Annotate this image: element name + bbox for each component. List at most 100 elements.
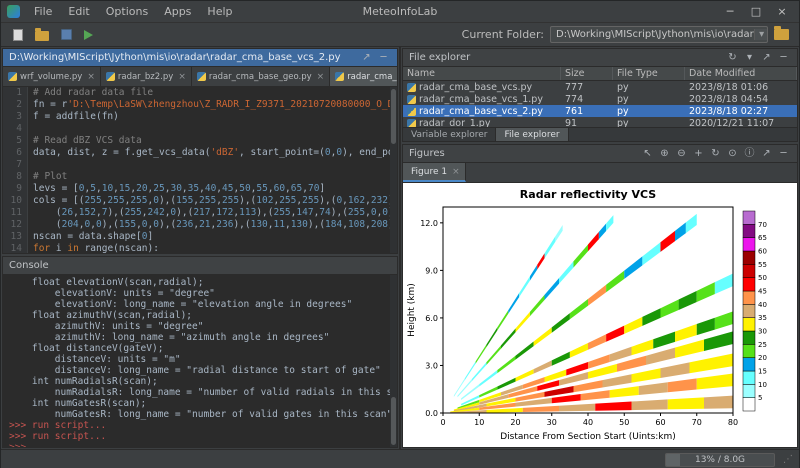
tab-variable-explorer[interactable]: Variable explorer xyxy=(403,128,496,141)
close-tab-icon[interactable]: × xyxy=(317,72,325,82)
menu-file[interactable]: File xyxy=(26,1,60,22)
file-name-cell: radar_cma_base_vcs_1.py xyxy=(403,94,561,105)
file-type: py xyxy=(613,106,685,117)
rotate-icon[interactable]: ↻ xyxy=(708,145,723,162)
close-icon[interactable]: × xyxy=(769,1,795,22)
code-line: 8# Plot xyxy=(3,171,397,183)
file-row[interactable]: radar_cma_base_vcs_1.py774py2023/8/18 04… xyxy=(403,93,797,105)
main-toolbar: Current Folder: D:\Working\MIScript\Jyth… xyxy=(1,23,799,47)
float-window-icon[interactable]: ↗ xyxy=(759,49,774,66)
file-date: 2020/12/21 11:07 xyxy=(685,118,797,128)
browse-folder-icon[interactable] xyxy=(774,29,789,40)
minimize-panel-icon[interactable]: ─ xyxy=(376,49,391,66)
svg-text:65: 65 xyxy=(758,234,767,242)
menu-apps[interactable]: Apps xyxy=(156,1,199,22)
tab-label: wrf_volume.py xyxy=(20,72,82,82)
console-area[interactable]: float elevationV(scan,radial); elevation… xyxy=(3,275,397,447)
menu-help[interactable]: Help xyxy=(199,1,240,22)
minimize-panel-icon[interactable]: ─ xyxy=(776,145,791,162)
float-window-icon[interactable]: ↗ xyxy=(759,145,774,162)
pan-icon[interactable]: + xyxy=(691,145,706,162)
console-line: numGatesR: long_name = "number of valid … xyxy=(9,409,397,420)
tab-file-explorer[interactable]: File explorer xyxy=(496,128,568,141)
file-table-header: NameSizeFile TypeDate Modified xyxy=(403,67,797,81)
code-text: nscan = data.shape[0] xyxy=(33,231,153,243)
console-line: >>> run script... xyxy=(9,431,397,442)
file-size: 761 xyxy=(561,106,613,117)
editor-tab[interactable]: radar_bz2.py× xyxy=(101,67,192,86)
open-file-icon[interactable] xyxy=(35,31,49,41)
editor-tab[interactable]: wrf_volume.py × xyxy=(3,67,101,86)
select-cursor-icon[interactable]: ↖ xyxy=(640,145,655,162)
column-header-file-type[interactable]: File Type xyxy=(613,67,685,80)
svg-text:25: 25 xyxy=(758,341,767,349)
code-editor[interactable]: 1# Add radar data file2fn = r'D:\Temp\La… xyxy=(3,87,397,253)
editor-tab[interactable]: radar_cma_base_geo.py× xyxy=(192,67,330,86)
globe-icon[interactable]: ⊙ xyxy=(725,145,740,162)
console-scrollbar[interactable] xyxy=(390,275,397,447)
code-text: data, dist, z = f.get_vcs_data('dBZ', st… xyxy=(33,147,397,159)
tab-figure-1[interactable]: Figure 1× xyxy=(403,163,466,182)
code-text: f = addfile(fn) xyxy=(33,111,119,123)
menu-options[interactable]: Options xyxy=(98,1,156,22)
close-tab-icon[interactable]: × xyxy=(178,72,186,82)
close-tab-icon[interactable]: × xyxy=(452,167,460,177)
svg-text:55: 55 xyxy=(758,261,767,269)
svg-text:0.0: 0.0 xyxy=(425,409,438,418)
file-date: 2023/8/18 04:54 xyxy=(685,94,797,105)
save-icon[interactable] xyxy=(61,29,72,40)
close-tab-icon[interactable]: × xyxy=(87,72,95,82)
figure-canvas[interactable]: Radar reflectivity VCS010203040506070800… xyxy=(403,183,797,448)
vcs-chart: Radar reflectivity VCS010203040506070800… xyxy=(403,183,798,448)
minimize-icon[interactable]: ─ xyxy=(717,1,743,22)
code-line: 12 (204,0,0),(155,0,0),(236,21,236),(130… xyxy=(3,219,397,231)
menu-edit[interactable]: Edit xyxy=(60,1,97,22)
column-header-name[interactable]: Name xyxy=(403,67,561,80)
file-row[interactable]: radar_cma_base_vcs_2.py761py2023/8/18 02… xyxy=(403,105,797,117)
maximize-icon[interactable]: □ xyxy=(743,1,769,22)
line-number: 14 xyxy=(3,243,27,253)
memory-indicator[interactable]: 13% / 8.0G xyxy=(665,453,775,467)
file-row[interactable]: radar_dor_1.py91py2020/12/21 11:07 xyxy=(403,117,797,127)
file-name: radar_cma_base_vcs.py xyxy=(419,82,532,93)
scrollbar-thumb[interactable] xyxy=(391,89,396,144)
line-number: 1 xyxy=(3,87,27,99)
info-icon[interactable]: ⓘ xyxy=(742,145,757,162)
svg-text:60: 60 xyxy=(655,418,665,427)
file-table-rows: radar_cma_base_vcs.py777py2023/8/18 01:0… xyxy=(403,81,797,127)
zoom-in-icon[interactable]: ⊕ xyxy=(657,145,672,162)
file-explorer-title-bar: File explorer ↻▾↗─ xyxy=(403,49,797,67)
code-line: 9levs = [0,5,10,15,20,25,30,35,40,45,50,… xyxy=(3,183,397,195)
main-area: D:\Working\MIScript\Jython\mis\io\radar\… xyxy=(1,47,799,449)
new-file-icon[interactable] xyxy=(13,29,23,41)
console-panel: Console float elevationV(scan,radial); e… xyxy=(2,256,398,448)
file-size: 774 xyxy=(561,94,613,105)
menu-bar: FileEditOptionsAppsHelp MeteoInfoLab ─□× xyxy=(1,1,799,23)
code-text: fn = r'D:\Temp\LaSW\zhengzhou\Z_RADR_I_Z… xyxy=(33,99,397,111)
minimize-panel-icon[interactable]: ─ xyxy=(776,49,791,66)
editor-scrollbar[interactable] xyxy=(390,87,397,253)
line-number: 4 xyxy=(3,123,27,135)
file-explorer-panel: File explorer ↻▾↗─ NameSizeFile TypeDate… xyxy=(402,48,798,142)
column-header-size[interactable]: Size xyxy=(561,67,613,80)
svg-text:20: 20 xyxy=(510,418,520,427)
float-window-icon[interactable]: ↗ xyxy=(359,49,374,66)
editor-tab[interactable]: radar_cma_base_vcs_2.py× xyxy=(330,67,397,86)
chevron-down-icon[interactable]: ▾ xyxy=(754,29,768,40)
code-text: # Add radar data file xyxy=(33,87,153,99)
current-folder-combo[interactable]: D:\Working\MIScript\Jython\mis\io\radar … xyxy=(550,26,768,43)
code-text: (204,0,0),(155,0,0),(236,21,236),(130,11… xyxy=(33,219,397,231)
run-script-icon[interactable] xyxy=(84,30,93,40)
code-text: levs = [0,5,10,15,20,25,30,35,40,45,50,5… xyxy=(33,183,325,195)
column-header-date-modified[interactable]: Date Modified xyxy=(685,67,797,80)
collapse-icon[interactable]: ▾ xyxy=(742,49,757,66)
refresh-icon[interactable]: ↻ xyxy=(725,49,740,66)
svg-text:Radar reflectivity VCS: Radar reflectivity VCS xyxy=(520,188,656,201)
console-line: azimuthV: units = "degree" xyxy=(9,321,397,332)
svg-text:20: 20 xyxy=(758,354,767,362)
scrollbar-thumb[interactable] xyxy=(391,397,396,445)
resize-grip-icon[interactable]: ⋰ xyxy=(783,454,793,465)
zoom-out-icon[interactable]: ⊖ xyxy=(674,145,689,162)
svg-text:35: 35 xyxy=(758,314,767,322)
file-row[interactable]: radar_cma_base_vcs.py777py2023/8/18 01:0… xyxy=(403,81,797,93)
